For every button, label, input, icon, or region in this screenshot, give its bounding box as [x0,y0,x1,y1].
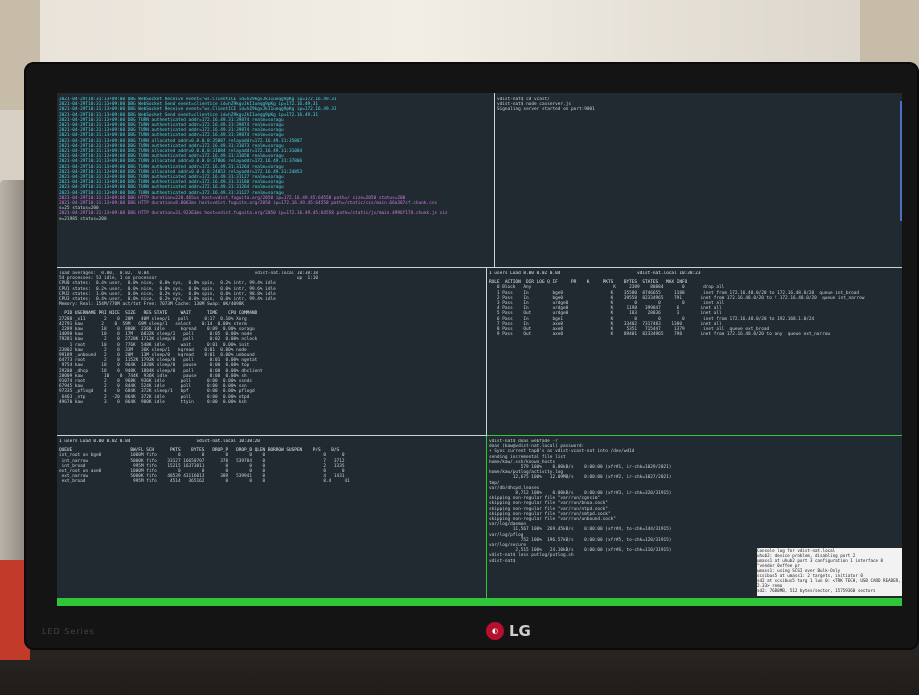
separator-top-vertical [494,93,495,268]
signaling-line: Signaling server started on port:9001 [497,107,595,113]
pane-pftop[interactable]: 1 users Load 0.00 0.02 0.04 vdist-nat.lo… [489,271,899,433]
pftop-header: 1 users Load 0.00 0.02 0.04 vdist-nat.lo… [489,271,701,276]
console-line: sd2 at scsibus5 targ 1 lun 0: <TRK TECH,… [757,578,901,588]
log-line: e=21985 status=200 [59,216,107,222]
lg-logo-icon: ◐ [486,622,504,640]
monitor-screen: 2021-04-29T10:31:13+09:00 DBG WebSocket … [57,93,902,606]
log-line: 2021-04-29T10:31:13+09:00 DBG HTTP durat… [59,211,448,217]
log-lines: 2021-04-29T10:31:13+09:00 DBG WebSocket … [59,97,493,222]
top-rows: 27288 _x11 2 0 28M 40M sleep/1 poll 0:17… [59,317,483,405]
status-bar [57,598,902,606]
top-header: load averages: 0.00, 0.02, 0.04 vdist-na… [59,271,483,307]
console-line: sd2: 7680MB, 512 bytes/sector, 15759360 … [757,588,876,593]
top-header-line: Memory: Real: 154M/770M act/tot Free: 70… [59,302,245,308]
console-log-window[interactable]: Console log for vdist-nat.local uhub2: de… [757,548,902,596]
queues-rows: int_root on bge0 1000M fifo 0 0 0 0 0 0 … [59,453,483,484]
pane-top[interactable]: load averages: 0.00, 0.02, 0.04 vdist-na… [59,271,483,433]
console-lines: Console log for vdist-nat.local uhub2: de… [757,548,902,593]
separator-lower-right [487,435,902,436]
separator-lower-left [57,435,487,436]
pane-signaling[interactable]: vdist-nat$ cd vcast/vdist-nat$ node cass… [497,97,897,265]
pane-queues[interactable]: 1 users Load 0.00 0.02 0.04 vdist-nat.lo… [59,439,483,595]
process-row: 49670 kaw 3 0 864K 900K idle ttyin 0:00 … [59,399,247,405]
pane-log[interactable]: 2021-04-29T10:31:13+09:00 DBG WebSocket … [59,97,493,265]
queues-header: 1 users Load 0.00 0.02 0.04 vdist-nat.lo… [59,439,260,444]
separator-upper [57,267,902,268]
queue-row: ext_broad 995M fifo 4514 365162 0 0 0 0.… [59,479,350,485]
lg-logo-text: LG [509,622,531,640]
separator-middle-vertical [486,268,487,436]
console-line: umass1 at uhub2 port 3 configuration 1 i… [757,558,884,568]
separator-bottom-vertical [486,436,487,599]
log-line: 2021-04-29T10:31:13+09:00 DBG HTTP durat… [59,201,438,207]
pftop-rows: 0 Block Any K 2389 80884 0 drop all 1 Pa… [489,285,899,337]
lg-logo: ◐ LG [486,622,531,640]
rule-row: 9 Pass Out axe0 K 89401 82334965 798 ine… [489,332,830,338]
signaling-lines: vdist-nat$ cd vcast/vdist-nat$ node cass… [497,97,897,113]
rsync-lines: vdist-nat$ doas webfade -r doas (kaw@vdis… [489,439,899,564]
monitor-model-label: LED Series [42,627,95,636]
window-edge [900,101,902,221]
